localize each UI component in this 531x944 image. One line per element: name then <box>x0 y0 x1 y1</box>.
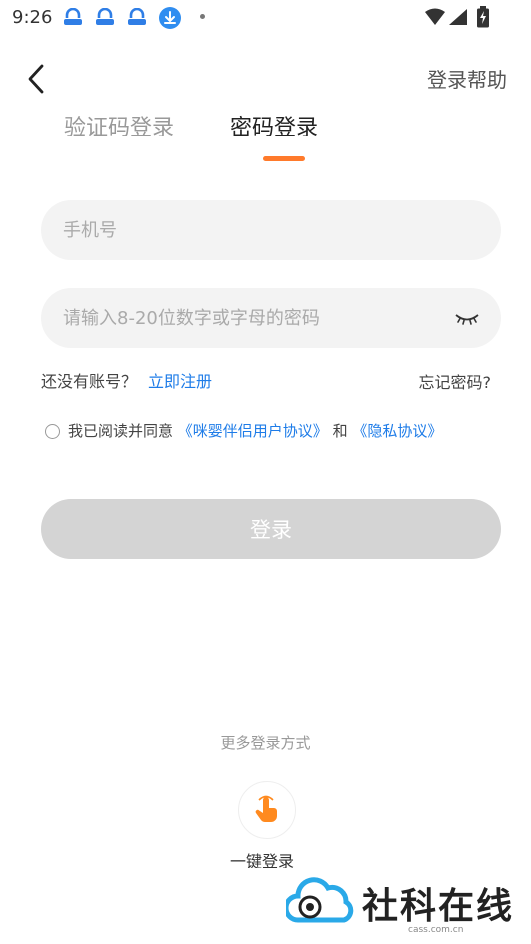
password-field[interactable] <box>41 288 501 348</box>
one-tap-login-label: 一键登录 <box>230 852 295 868</box>
login-button[interactable]: 登录 <box>41 499 501 559</box>
forgot-password-link[interactable]: 忘记密码? <box>419 369 492 393</box>
notification-app-icon <box>64 8 82 25</box>
status-time: 9:26 <box>12 7 53 28</box>
tab-password-login[interactable]: 密码登录 <box>230 112 318 136</box>
more-login-title: 更多登录方式 <box>220 734 311 752</box>
watermark-cloud-eye-logo <box>286 877 354 923</box>
notification-app-icon <box>96 8 114 25</box>
wifi-icon <box>425 8 445 25</box>
no-account-text: 还没有账号？ <box>41 372 138 391</box>
eye-closed-icon[interactable] <box>453 308 481 328</box>
active-tab-indicator <box>263 156 305 161</box>
privacy-policy-link[interactable]: 《隐私协议》 <box>352 422 442 440</box>
watermark-domain: cass.com.cn <box>408 925 464 935</box>
phone-input[interactable] <box>61 218 481 242</box>
signal-icon <box>449 9 467 25</box>
phone-field[interactable] <box>41 200 501 260</box>
watermark-name: 社科在线 <box>362 885 515 927</box>
battery-icon <box>477 6 489 28</box>
agreement-and: 和 <box>332 422 348 440</box>
status-bar: 9:26 <box>0 0 531 36</box>
login-help-link[interactable]: 登录帮助 <box>427 64 507 93</box>
agreement-checkbox[interactable] <box>45 424 60 439</box>
status-dot <box>200 14 205 19</box>
back-arrow-icon[interactable] <box>24 62 48 96</box>
one-tap-login-button[interactable] <box>238 781 296 839</box>
download-icon <box>159 7 181 29</box>
tab-sms-login[interactable]: 验证码登录 <box>64 112 174 136</box>
agreement-text: 我已阅读并同意 《咪婴伴侣用户协议》 和 《隐私协议》 <box>68 420 442 441</box>
user-agreement-link[interactable]: 《咪婴伴侣用户协议》 <box>178 422 328 440</box>
password-input[interactable] <box>61 306 453 330</box>
one-tap-hand-icon <box>255 795 277 822</box>
register-link[interactable]: 立即注册 <box>148 368 212 392</box>
agreement-prefix: 我已阅读并同意 <box>68 422 174 440</box>
notification-app-icon <box>128 8 146 25</box>
